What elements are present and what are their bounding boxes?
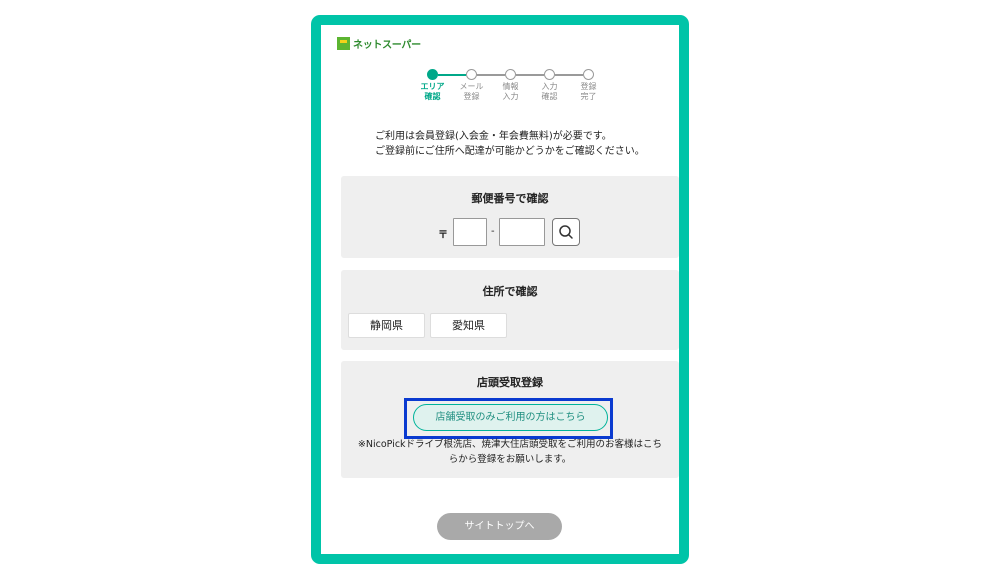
step-label-confirm: 入力 確認 (541, 82, 558, 101)
site-top-button[interactable]: サイトトップへ (437, 513, 562, 540)
postal-code-first-field[interactable] (453, 218, 487, 246)
step-dot-email (466, 69, 477, 80)
store-pickup-button[interactable]: 店舗受取のみご利用の方はこちら (413, 404, 608, 431)
step-connector (477, 74, 505, 76)
intro-text: ご利用は会員登録(入会金・年会費無料)が必要です。 ご登録前にご住所へ配達が可能… (375, 131, 645, 157)
store-pickup-note: ※NicoPickドライブ根洗店、焼津大住店頭受取をご利用のお客様はこち らから… (357, 439, 663, 465)
step-dot-confirm (544, 69, 555, 80)
prefecture-button-shizuoka[interactable]: 静岡県 (348, 313, 425, 338)
store-pickup-panel: 店頭受取登録 店舗受取のみご利用の方はこちら ※NicoPickドライブ根洗店、… (341, 361, 679, 478)
store-pickup-title: 店頭受取登録 (477, 376, 543, 389)
progress-steps: エリア 確認 メール 登録 情報 入力 入力 確認 登録 完了 (416, 65, 597, 115)
logo-text: ネットスーパー (353, 39, 421, 51)
postal-code-second-field[interactable] (499, 218, 545, 246)
postal-dash: - (491, 226, 495, 237)
step-connector (438, 74, 466, 76)
step-label-email: メール 登録 (459, 82, 484, 101)
step-dot-complete (583, 69, 594, 80)
postal-search-button[interactable] (552, 218, 580, 246)
signup-card-frame: ネットスーパー エリア 確認 メール 登録 情報 入力 入力 確認 登録 完了 … (311, 15, 689, 564)
step-connector (555, 74, 583, 76)
brand-logo[interactable]: ネットスーパー (337, 36, 421, 51)
step-dot-area-check (427, 69, 438, 80)
postal-title: 郵便番号で確認 (471, 192, 549, 205)
step-label-info: 情報 入力 (502, 82, 519, 101)
prefecture-button-aichi[interactable]: 愛知県 (430, 313, 507, 338)
postal-panel: 郵便番号で確認 〒 - (341, 176, 679, 258)
step-label-complete: 登録 完了 (580, 82, 597, 101)
step-connector (516, 74, 544, 76)
search-icon (559, 225, 573, 239)
logo-icon (337, 36, 350, 50)
address-title: 住所で確認 (482, 285, 538, 298)
postal-mark: 〒 (438, 230, 448, 241)
step-dot-info (505, 69, 516, 80)
address-panel: 住所で確認 静岡県 愛知県 (341, 270, 679, 350)
step-label-area-check: エリア 確認 (420, 82, 445, 101)
